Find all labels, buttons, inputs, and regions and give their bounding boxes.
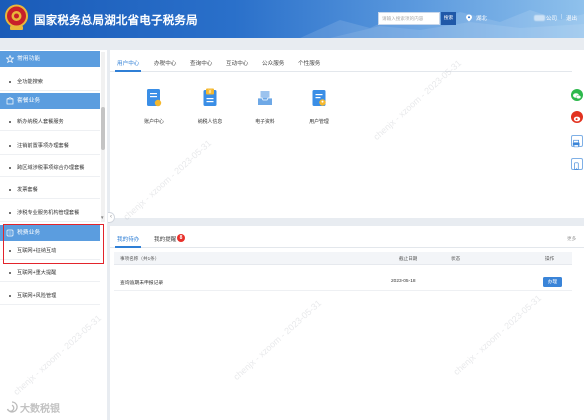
sidebar-section-title: 常用功能 [17,56,41,62]
scroll-down-arrow-icon[interactable]: ▼ [100,215,104,220]
bullet [9,189,11,191]
sidebar-item-new-taxpayer-package[interactable]: 新办纳税人套餐服务 [0,113,100,131]
tab-public-service[interactable]: 公众服务 [262,59,284,67]
header-separator: | [561,14,563,20]
column-header-action: 操作 [545,256,555,261]
company-name[interactable]: 公司 [546,14,557,22]
sidebar-item-cross-region-package[interactable]: 跨区域涉税事项综合办理套餐 [0,159,100,177]
sidebar-item-invoice-package[interactable]: 发票套餐 [0,181,100,199]
tab-personal-service[interactable]: 个性服务 [298,59,320,67]
sidebar-item-professional-service-package[interactable]: 涉税专业服务机构管理套餐 [0,204,100,222]
location-icon[interactable] [465,14,473,22]
tax-emblem-logo [5,4,28,30]
sidebar-item-label: 新办纳税人套餐服务 [17,119,64,125]
shortcut-label: 纳税人信息 [197,120,223,125]
region-switch[interactable]: 湖北 [476,14,487,22]
column-header-item-name: 事项名称（共1条） [120,256,160,261]
bullet [9,212,11,214]
tab-query-center[interactable]: 查询中心 [190,59,212,67]
brand-watermark-text: 大数税银 [20,404,60,415]
sidebar-item-label: 发票套餐 [17,187,38,193]
tab-user-center[interactable]: 用户中心 [117,59,139,67]
sidebar-item-label: 跨区域涉税事项综合办理套餐 [17,165,85,171]
column-header-deadline: 截止日期 [399,256,418,261]
package-icon [6,97,14,105]
reminder-count-badge: 8 [177,234,185,242]
sidebar-item-label: 涉税专业服务机构管理套餐 [17,210,80,216]
svg-text:¥: ¥ [208,90,211,96]
sidebar-item-label: 全功能搜索 [17,79,43,85]
sidebar-item-full-search[interactable]: 全功能搜索 [0,73,100,91]
function-center-panel [110,50,584,218]
more-link[interactable]: 更多 [567,236,576,242]
highlight-box [3,224,104,264]
tab-interaction-center[interactable]: 互动中心 [226,59,248,67]
sidebar-section-common[interactable]: 常用功能 [0,51,100,67]
todo-item-name[interactable]: 查询逾期未申报记录 [120,279,163,286]
sidebar-item-label: 互联网+重大提醒 [17,270,57,276]
tab-bar-divider [110,71,572,72]
column-header-status: 状态 [451,256,461,261]
shortcut-taxpayer-info[interactable]: ¥ 纳税人信息 [190,86,230,130]
tab-tax-center[interactable]: 办税中心 [154,59,176,67]
tab-my-todo[interactable]: 我的待办 [117,235,139,243]
weibo-icon[interactable] [571,111,583,123]
e-documents-icon [258,91,272,105]
tab-bar-divider [110,247,584,248]
shortcut-e-documents[interactable]: 电子资料 [245,86,285,130]
todo-item-deadline: 2023-05-18 [391,279,416,284]
top-header: 国家税务总局湖北省电子税务局 搜索 湖北 公司 | 退出 [0,0,584,38]
account-icon [147,89,162,107]
sidebar-section-title: 套餐业务 [17,98,41,104]
bullet [9,295,11,297]
brand-swirl-icon [6,401,18,413]
shortcut-user-management[interactable]: 用户管理 [299,86,339,130]
bullet [9,167,11,169]
handle-button[interactable]: 办理 [543,277,562,287]
shortcut-label: 用户管理 [309,120,329,125]
active-tab-indicator [115,246,141,248]
site-title: 国家税务总局湖北省电子税务局 [34,13,198,27]
sidebar-item-risk-management[interactable]: 互联网+风险管理 [0,287,100,305]
print-icon[interactable] [571,135,583,148]
user-management-icon [312,90,326,106]
bullet [9,81,11,83]
sidebar-item-label: 互联网+风险管理 [17,293,57,299]
table-row [114,273,572,291]
shortcut-account-center[interactable]: 账户中心 [134,86,174,130]
sidebar-section-packages[interactable]: 套餐业务 [0,93,100,109]
wechat-icon[interactable] [571,89,583,101]
active-tab-indicator [115,70,141,72]
shortcut-label: 账户中心 [144,120,164,125]
shortcut-label: 电子资料 [255,120,275,125]
bullet [9,121,11,123]
phone-icon[interactable] [571,158,583,170]
company-name-redacted [534,15,545,21]
tab-my-reminders[interactable]: 我的提醒 [154,235,176,243]
table-header [114,252,572,265]
search-input[interactable] [378,12,440,25]
bullet [9,145,11,147]
sidebar-item-major-reminder[interactable]: 互联网+重大提醒 [0,264,100,282]
sidebar-scrollbar-thumb[interactable] [101,107,105,150]
bullet [9,272,11,274]
sidebar-item-label: 注销前置事项办理套餐 [17,143,69,149]
search-button[interactable]: 搜索 [441,12,456,25]
taxpayer-info-icon: ¥ [203,88,217,106]
logout-link[interactable]: 退出 [566,14,577,22]
star-icon [6,55,14,63]
collapse-sidebar-chevron-icon[interactable]: ‹ [108,212,115,223]
sidebar-item-deregistration-package[interactable]: 注销前置事项办理套餐 [0,137,100,155]
